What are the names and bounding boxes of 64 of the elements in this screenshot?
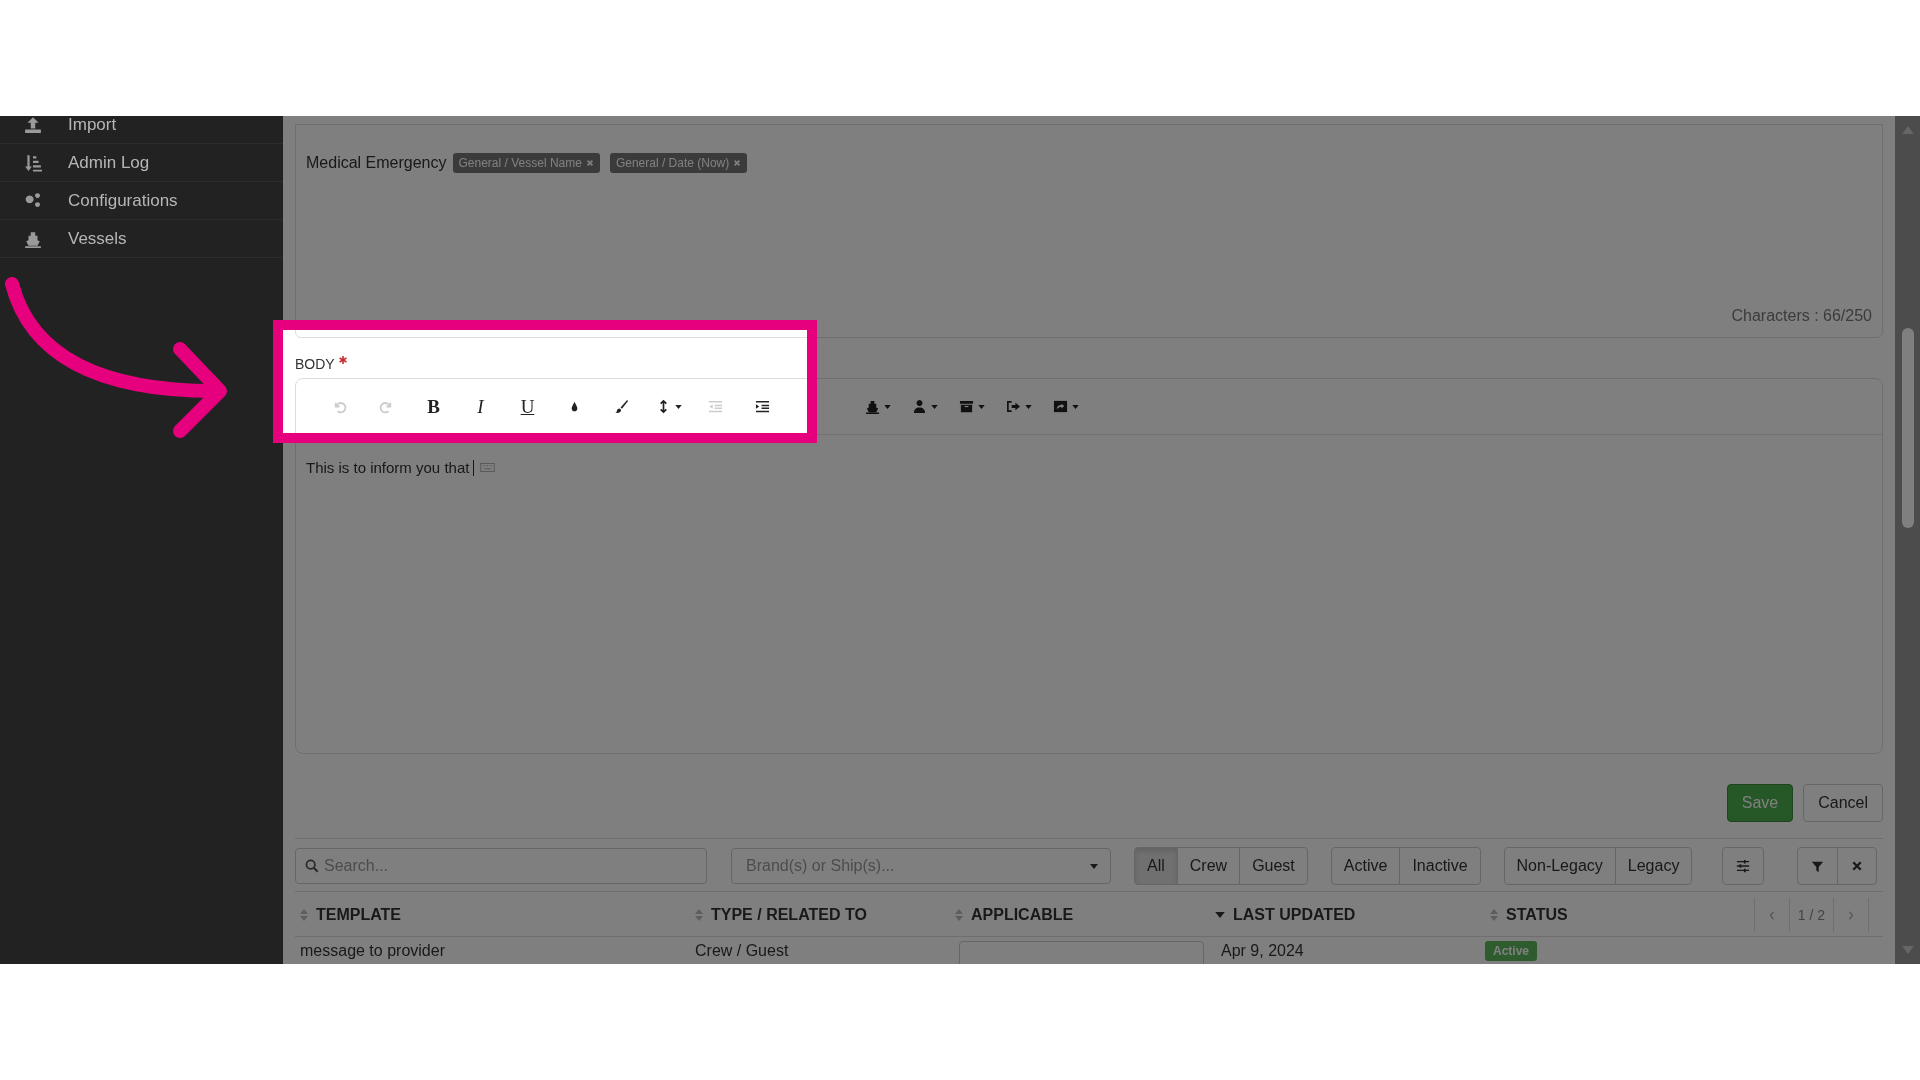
funnel-icon [1811,859,1825,873]
filter-toggle[interactable]: Crew [1176,847,1241,885]
clear-button[interactable] [1837,847,1878,885]
archive-icon [958,399,974,414]
undo-icon [332,399,347,414]
table-cell: message to provider [300,942,445,960]
filter-button[interactable] [1797,847,1839,885]
column-header[interactable]: STATUS [1485,892,1568,938]
sign-out-icon [1005,399,1021,414]
sidebar-item[interactable]: Vessels [0,220,283,258]
column-header[interactable]: TEMPLATE [295,892,402,938]
filter-toggle[interactable]: Legacy [1614,847,1693,885]
remove-icon[interactable] [733,159,742,167]
redo-icon [379,399,394,414]
body-label: BODY [295,356,335,372]
column-header[interactable]: LAST UPDATED [1210,892,1356,938]
sidebar-item[interactable]: Configurations [0,182,283,220]
ship-icon [864,399,880,414]
sidebar-item[interactable]: Import [0,116,283,144]
remove-icon[interactable] [585,159,594,167]
filter-toggle[interactable]: All [1134,847,1178,885]
column-header[interactable]: TYPE / RELATED TO [690,892,867,938]
person-icon [911,399,927,414]
chevron-right-icon [1848,910,1854,920]
sort-icon [24,153,42,172]
indent-icon [755,399,770,414]
share-icon [1052,399,1068,414]
italic-button[interactable]: I [457,389,504,424]
outdent-icon [708,399,723,414]
brush-icon [614,399,629,414]
column-header[interactable]: APPLICABLE [950,892,1074,938]
status-badge: Active [1485,941,1538,961]
chevron-left-icon [1768,910,1775,920]
placeholder-tag: General / Date (Now) [609,153,748,173]
page-indicator: 1 / 2 [1796,906,1826,925]
sliders-icon [1736,859,1751,873]
settings-button[interactable] [1722,847,1765,885]
scroll-thumb[interactable] [1902,328,1914,528]
caret-icon [1090,863,1098,869]
scroll-down-icon [1901,946,1914,954]
character-counter: Characters : 66/250 [1731,307,1872,325]
filter-toggle[interactable]: Inactive [1399,847,1481,885]
table-cell: Crew / Guest [695,942,789,960]
placeholder-tag: General / Vessel Name [452,153,600,173]
bold-button[interactable]: B [410,389,457,424]
upload-icon [24,116,42,134]
subject-text: Medical Emergency [306,154,447,172]
body-text: This is to inform you that [306,459,470,476]
filter-toggle[interactable]: Non-Legacy [1503,847,1616,885]
close-icon [1851,860,1864,872]
body-editor[interactable]: B I U This is to inform you that [295,378,1883,754]
filter-toggle[interactable]: Guest [1239,847,1308,885]
scrollbar[interactable] [1895,116,1920,964]
scroll-up-icon [1901,126,1914,134]
subject-field[interactable]: Medical Emergency General / Vessel Name General / Date (Now) Characters : 66/250 [295,124,1883,338]
ship-icon [24,229,42,248]
search-icon [305,859,319,873]
keyboard-icon [480,463,496,472]
table-cell: Apr 9, 2024 [1221,942,1304,960]
filter-toggle[interactable]: Active [1330,847,1401,885]
underline-button[interactable]: U [504,389,551,424]
cancel-button[interactable]: Cancel [1803,784,1883,822]
sidebar-item[interactable]: Admin Log [0,144,283,182]
gears-icon [24,191,42,210]
